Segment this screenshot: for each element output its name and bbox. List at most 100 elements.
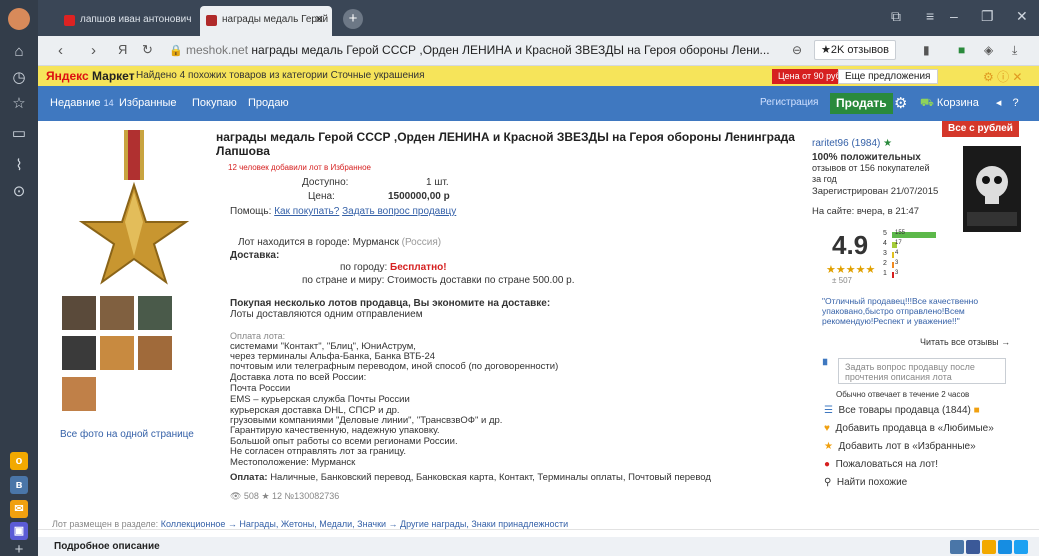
logo-part-a: Яндекс <box>46 69 89 83</box>
site-nav: Недавние 14 Избранные Покупаю Продаю Рег… <box>38 86 1039 121</box>
seller-last-seen: На сайте: вчера, в 21:47 <box>812 206 920 217</box>
reader-icon[interactable]: ⊖ <box>792 43 802 57</box>
home-icon[interactable]: ⌂ <box>9 42 29 62</box>
thumbnail-3[interactable] <box>138 296 172 330</box>
ok-app-icon[interactable]: о <box>10 452 28 470</box>
tabs-menu-icon[interactable]: ⧉ <box>891 8 901 25</box>
nav-favorites[interactable]: Избранные <box>119 97 177 109</box>
rating-bar-label: 2 <box>883 260 887 267</box>
price-label: Цена: <box>308 191 335 202</box>
thumbnail-6[interactable] <box>138 336 172 370</box>
reload-icon[interactable]: ↻ <box>142 42 153 58</box>
chat-icon: ▘ <box>823 360 832 372</box>
lot-title: награды медаль Герой СССР ,Орден ЛЕНИНА … <box>216 130 795 158</box>
all-photos-link[interactable]: Все фото на одной странице <box>60 429 194 440</box>
sell-button[interactable]: Продать <box>830 93 893 114</box>
seller-positive-2: отзывов от 156 покупателей <box>812 163 930 173</box>
nav-recent[interactable]: Недавние 14 <box>50 97 114 109</box>
rating-bar-value: 3 <box>895 260 899 266</box>
ok-share-icon[interactable] <box>982 540 996 554</box>
category-path-link[interactable]: Коллекционное → Награды, Жетоны, Медали,… <box>161 519 568 529</box>
extension-icon[interactable]: ⌇ <box>9 156 29 176</box>
settings-icon[interactable]: ⚙ <box>894 94 907 112</box>
search-icon: ⚲ <box>824 477 832 488</box>
warning-icon: ● <box>824 459 831 470</box>
tab-awards[interactable]: награды медаль Герой ✕ <box>200 6 332 36</box>
yandex-market-logo[interactable]: Яндекс Маркет <box>46 69 135 83</box>
city-label: Лот находится в городе: <box>238 237 350 248</box>
thumbnail-7[interactable] <box>62 377 96 411</box>
city-country: (Россия) <box>401 237 442 248</box>
seller-all-lots-row[interactable]: ☰ Все товары продавца (1844) ■ <box>824 405 980 416</box>
lot-main-image[interactable] <box>58 130 210 285</box>
similar-products-text[interactable]: Найдено 4 похожих товаров из категории С… <box>136 70 425 81</box>
downloads-icon[interactable]: ⤓ <box>1012 43 1017 58</box>
download-icon[interactable]: ⊙ <box>9 182 29 202</box>
url-field[interactable]: meshok.net награды медаль Герой СССР ,Ор… <box>186 43 770 57</box>
twitter-share-icon[interactable] <box>1014 540 1028 554</box>
add-app-icon[interactable]: + <box>9 540 29 560</box>
how-to-buy-link[interactable]: Как покупать? <box>274 206 339 217</box>
nav-purchases[interactable]: Покупаю <box>192 97 237 109</box>
tab-lapshov[interactable]: лапшов иван антонович <box>58 6 196 36</box>
star-fav-icon: ★ <box>824 441 833 452</box>
payment-line-6: EMS – курьерская служба Почты России <box>230 394 410 405</box>
seller-name-link[interactable]: raritet96 (1984) ★ <box>812 138 892 149</box>
minimize-icon[interactable]: – <box>950 8 958 24</box>
ask-seller-link[interactable]: Задать вопрос продавцу <box>342 206 456 217</box>
save-sub: Лоты доставляются одним отправлением <box>230 309 423 320</box>
bookmark-page-icon[interactable]: ▮ <box>923 43 930 57</box>
url-host: meshok.net <box>186 43 249 57</box>
seller-avatar[interactable] <box>963 146 1021 232</box>
market-settings-icon[interactable]: ⚙ ⓘ ✕ <box>983 68 1022 85</box>
add-seller-fav-row[interactable]: ♥ Добавить продавца в «Любимые» <box>824 423 994 434</box>
reviews-button[interactable]: ★2K отзывов <box>814 40 896 60</box>
thumbnail-5[interactable] <box>100 336 134 370</box>
thumbnail-1[interactable] <box>62 296 96 330</box>
thumbnail-4[interactable] <box>62 336 96 370</box>
rating-bar <box>892 262 894 268</box>
star-icon[interactable]: ☆ <box>9 94 29 114</box>
add-lot-fav-row[interactable]: ★ Добавить лот в «Избранные» <box>824 441 976 452</box>
yandex-logo-icon[interactable]: Я <box>118 42 127 57</box>
close-icon[interactable]: ✕ <box>315 6 324 34</box>
complain-row[interactable]: ● Пожаловаться на лот! <box>824 459 938 470</box>
new-tab-button[interactable]: + <box>343 9 363 29</box>
extension-green-icon[interactable]: ■ <box>958 43 965 57</box>
nav-sales[interactable]: Продаю <box>248 97 289 109</box>
forward-icon[interactable]: › <box>91 42 96 59</box>
restore-icon[interactable]: ❐ <box>981 8 994 25</box>
register-link[interactable]: Регистрация <box>760 97 818 108</box>
back-icon[interactable]: ‹ <box>58 42 63 59</box>
mail-share-icon[interactable] <box>998 540 1012 554</box>
rating-bar <box>892 272 894 278</box>
menu-icon[interactable]: ≡ <box>926 8 934 24</box>
ruble-badge[interactable]: Все с рублей <box>942 121 1019 137</box>
new-icon: ■ <box>973 405 980 416</box>
favorites-note[interactable]: 12 человек добавили лот в Избранное <box>228 163 371 172</box>
messenger-app-icon[interactable]: ▣ <box>10 522 28 540</box>
save-heading: Покупая несколько лотов продавца, Вы эко… <box>230 298 551 309</box>
read-all-reviews-link[interactable]: Читать все отзывы → <box>920 337 1010 347</box>
add-lot-fav-link: Добавить лот в «Избранные» <box>838 441 976 452</box>
facebook-share-icon[interactable] <box>966 540 980 554</box>
logo-part-b: Маркет <box>92 69 135 83</box>
profile-avatar[interactable] <box>8 8 30 30</box>
mail-app-icon[interactable]: ✉ <box>10 500 28 518</box>
vk-share-icon[interactable] <box>950 540 964 554</box>
vk-app-icon[interactable]: в <box>10 476 28 494</box>
bookmark-icon[interactable]: ▭ <box>9 124 29 144</box>
question-input[interactable]: Задать вопрос продавцу после прочтения о… <box>838 358 1006 384</box>
cart-link[interactable]: ⛟ Корзина ◂ ? <box>920 96 1019 111</box>
tab-label: награды медаль Герой <box>222 14 329 25</box>
thumbnail-2[interactable] <box>100 296 134 330</box>
clock-icon[interactable]: ◷ <box>9 68 29 88</box>
seller-rating: 4.9 <box>832 230 869 260</box>
delivery-city-row: по городу: Бесплатно! <box>340 262 447 273</box>
similar-row[interactable]: ⚲ Найти похожие <box>824 477 907 488</box>
close-window-icon[interactable]: ✕ <box>1016 8 1028 25</box>
cart-arrow-icon: ◂ <box>995 97 1002 109</box>
lock-icon: 🔒 <box>169 45 183 57</box>
protect-icon[interactable]: ◈ <box>984 43 993 57</box>
more-offers-dropdown[interactable]: Еще предложения ⌄ <box>838 69 938 95</box>
